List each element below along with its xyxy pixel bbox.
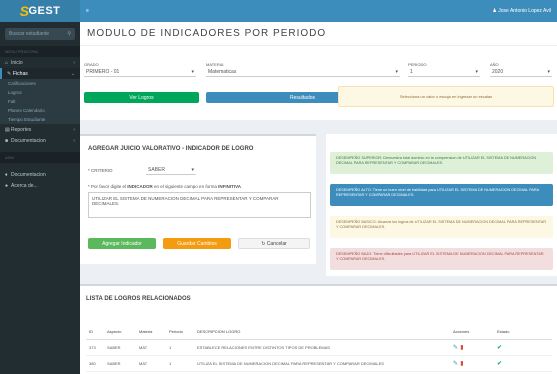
- table-header-row: ID Aspecto Materia Periodo DESCRIPCION L…: [86, 324, 552, 340]
- chevron-left-icon: ‹: [73, 59, 75, 66]
- cancelar-button[interactable]: ↻ Cancelar: [238, 238, 310, 249]
- app-logo[interactable]: S GEST: [0, 0, 80, 22]
- sidebar-item-label: Documentacion: [11, 137, 46, 144]
- sidebar-item-label: Reportes: [11, 126, 32, 133]
- materia-select[interactable]: Matematicas ▾: [206, 67, 400, 77]
- chevron-left-icon: ‹: [73, 137, 75, 144]
- level-bajo: DESEMPEÑO BAJO: Tiene dificultades para …: [330, 248, 553, 270]
- sidebar-item-acerca[interactable]: ● Acerca de...: [0, 180, 80, 191]
- sidebar-item-label: Fichas: [13, 70, 28, 77]
- level-alto: DESEMPEÑO ALTO: Tiene un buen nivel de h…: [330, 184, 553, 206]
- col-materia: Materia: [136, 324, 166, 340]
- top-navbar: ≡ ♟ Jose Antonio Lopez Avil: [80, 0, 557, 22]
- logros-table: ID Aspecto Materia Periodo DESCRIPCION L…: [86, 324, 552, 372]
- table-row: 373 SABER MAT 1 ESTABLECE RELACIONES ENT…: [86, 339, 552, 356]
- trash-icon[interactable]: ▮: [460, 345, 463, 351]
- menu-icon[interactable]: ≡: [86, 8, 89, 14]
- instruction-text: * Por favor digite el INDICADOR en el si…: [88, 184, 241, 189]
- sidebar-item-inicio[interactable]: ⌂ Inicio ‹: [0, 57, 80, 68]
- sidebar-item-documentacion[interactable]: ■ Documentacion ‹: [0, 135, 80, 146]
- chevron-down-icon: ▾: [395, 68, 398, 75]
- sidebar-subitem[interactable]: Planes Calendario: [0, 106, 80, 115]
- chevron-down-icon: ▾: [475, 68, 478, 75]
- warning-alert: Selecciona un valor o escoja en ingresar…: [338, 86, 554, 107]
- search-input[interactable]: Buscar estudiante: [9, 31, 49, 37]
- indicator-form-panel: AGREGAR JUICIO VALORATIVO - INDICADOR DE…: [80, 134, 316, 264]
- guardar-cambios-button[interactable]: Guardar Cambios: [163, 238, 231, 249]
- indicator-textarea[interactable]: UTILIZAR EL SISTEMA DE NUMERACION DECIMA…: [88, 192, 311, 218]
- levels-panel: DESEMPEÑO SUPERIOR: Demuestra total domi…: [326, 134, 557, 276]
- refresh-icon: ↻: [261, 240, 266, 247]
- filters-panel: MODULO DE INDICADORES POR PERIODO GRADO …: [80, 22, 557, 120]
- sidebar-subitem[interactable]: Calificaciones: [0, 79, 80, 88]
- chevron-down-icon: ▾: [191, 68, 194, 75]
- sidebar-item-label: Documentacion: [11, 171, 46, 178]
- list-title: LISTA DE LOGROS RELACIONADOS: [86, 296, 191, 302]
- check-circle-icon[interactable]: ✔: [497, 345, 502, 351]
- periodo-select[interactable]: 1 ▾: [408, 67, 480, 77]
- grado-select[interactable]: PRIMERO - 01 ▾: [84, 67, 196, 77]
- sidebar-item-label: Inicio: [11, 59, 23, 66]
- col-descripcion: DESCRIPCION LOGRO: [194, 324, 450, 340]
- level-superior: DESEMPEÑO SUPERIOR: Demuestra total domi…: [330, 152, 553, 174]
- edit-icon[interactable]: ✎: [453, 361, 458, 367]
- chevron-left-icon: ‹: [73, 126, 75, 133]
- anio-select[interactable]: 2020 ▾: [490, 67, 552, 77]
- sidebar-item-fichas[interactable]: ✎ Fichas ⌄: [0, 68, 80, 79]
- col-periodo: Periodo: [166, 324, 194, 340]
- check-circle-icon[interactable]: ✔: [497, 361, 502, 367]
- chevron-down-icon: ⌄: [70, 70, 75, 77]
- table-row: 380 SABER MAT 1 UTILIZA EL SISTEMA DE NU…: [86, 355, 552, 372]
- main-content: MODULO DE INDICADORES POR PERIODO GRADO …: [80, 22, 557, 374]
- sidebar-header-adm: ADM: [0, 152, 80, 163]
- criterio-label: * CRITERIO: [88, 168, 113, 173]
- sidebar-subitem[interactable]: Logros: [0, 88, 80, 97]
- user-menu[interactable]: ♟ Jose Antonio Lopez Avil: [492, 8, 551, 14]
- col-aspecto: Aspecto: [104, 324, 136, 340]
- chevron-down-icon: ▾: [191, 166, 194, 173]
- sidebar-header: MENU PRINCIPAL: [0, 46, 80, 57]
- logo-text: GEST: [28, 5, 61, 17]
- chevron-down-icon: ▾: [547, 68, 550, 75]
- criterio-select[interactable]: SABER ▾: [146, 165, 196, 175]
- agregar-indicador-button[interactable]: Agregar Indicador: [88, 238, 156, 249]
- sidebar-search[interactable]: Buscar estudiante ⚲: [5, 28, 75, 40]
- sidebar-item-label: Acerca de...: [11, 182, 38, 189]
- sidebar-item-reportes[interactable]: ▤ Reportes ‹: [0, 124, 80, 135]
- logros-list-panel: LISTA DE LOGROS RELACIONADOS ID Aspecto …: [80, 284, 557, 374]
- form-title: AGREGAR JUICIO VALORATIVO - INDICADOR DE…: [88, 146, 254, 152]
- search-icon[interactable]: ⚲: [67, 31, 71, 37]
- sidebar-subitem[interactable]: Falt: [0, 97, 80, 106]
- sidebar-subitem[interactable]: Tiempo Estudiante: [0, 115, 80, 124]
- trash-icon[interactable]: ▮: [460, 361, 463, 367]
- col-acciones: Acciones: [450, 324, 494, 340]
- sidebar-item-documentacion-adm[interactable]: ♦ Documentacion: [0, 169, 80, 180]
- col-estado: Estado: [494, 324, 552, 340]
- level-basico: DESEMPEÑO BASICO: Alcanza los logros de …: [330, 216, 553, 238]
- sidebar: S GEST Buscar estudiante ⚲ MENU PRINCIPA…: [0, 0, 80, 374]
- page-title: MODULO DE INDICADORES POR PERIODO: [87, 28, 327, 39]
- ver-logros-button[interactable]: Ver Logros: [84, 92, 199, 103]
- col-id: ID: [86, 324, 104, 340]
- edit-icon[interactable]: ✎: [453, 345, 458, 351]
